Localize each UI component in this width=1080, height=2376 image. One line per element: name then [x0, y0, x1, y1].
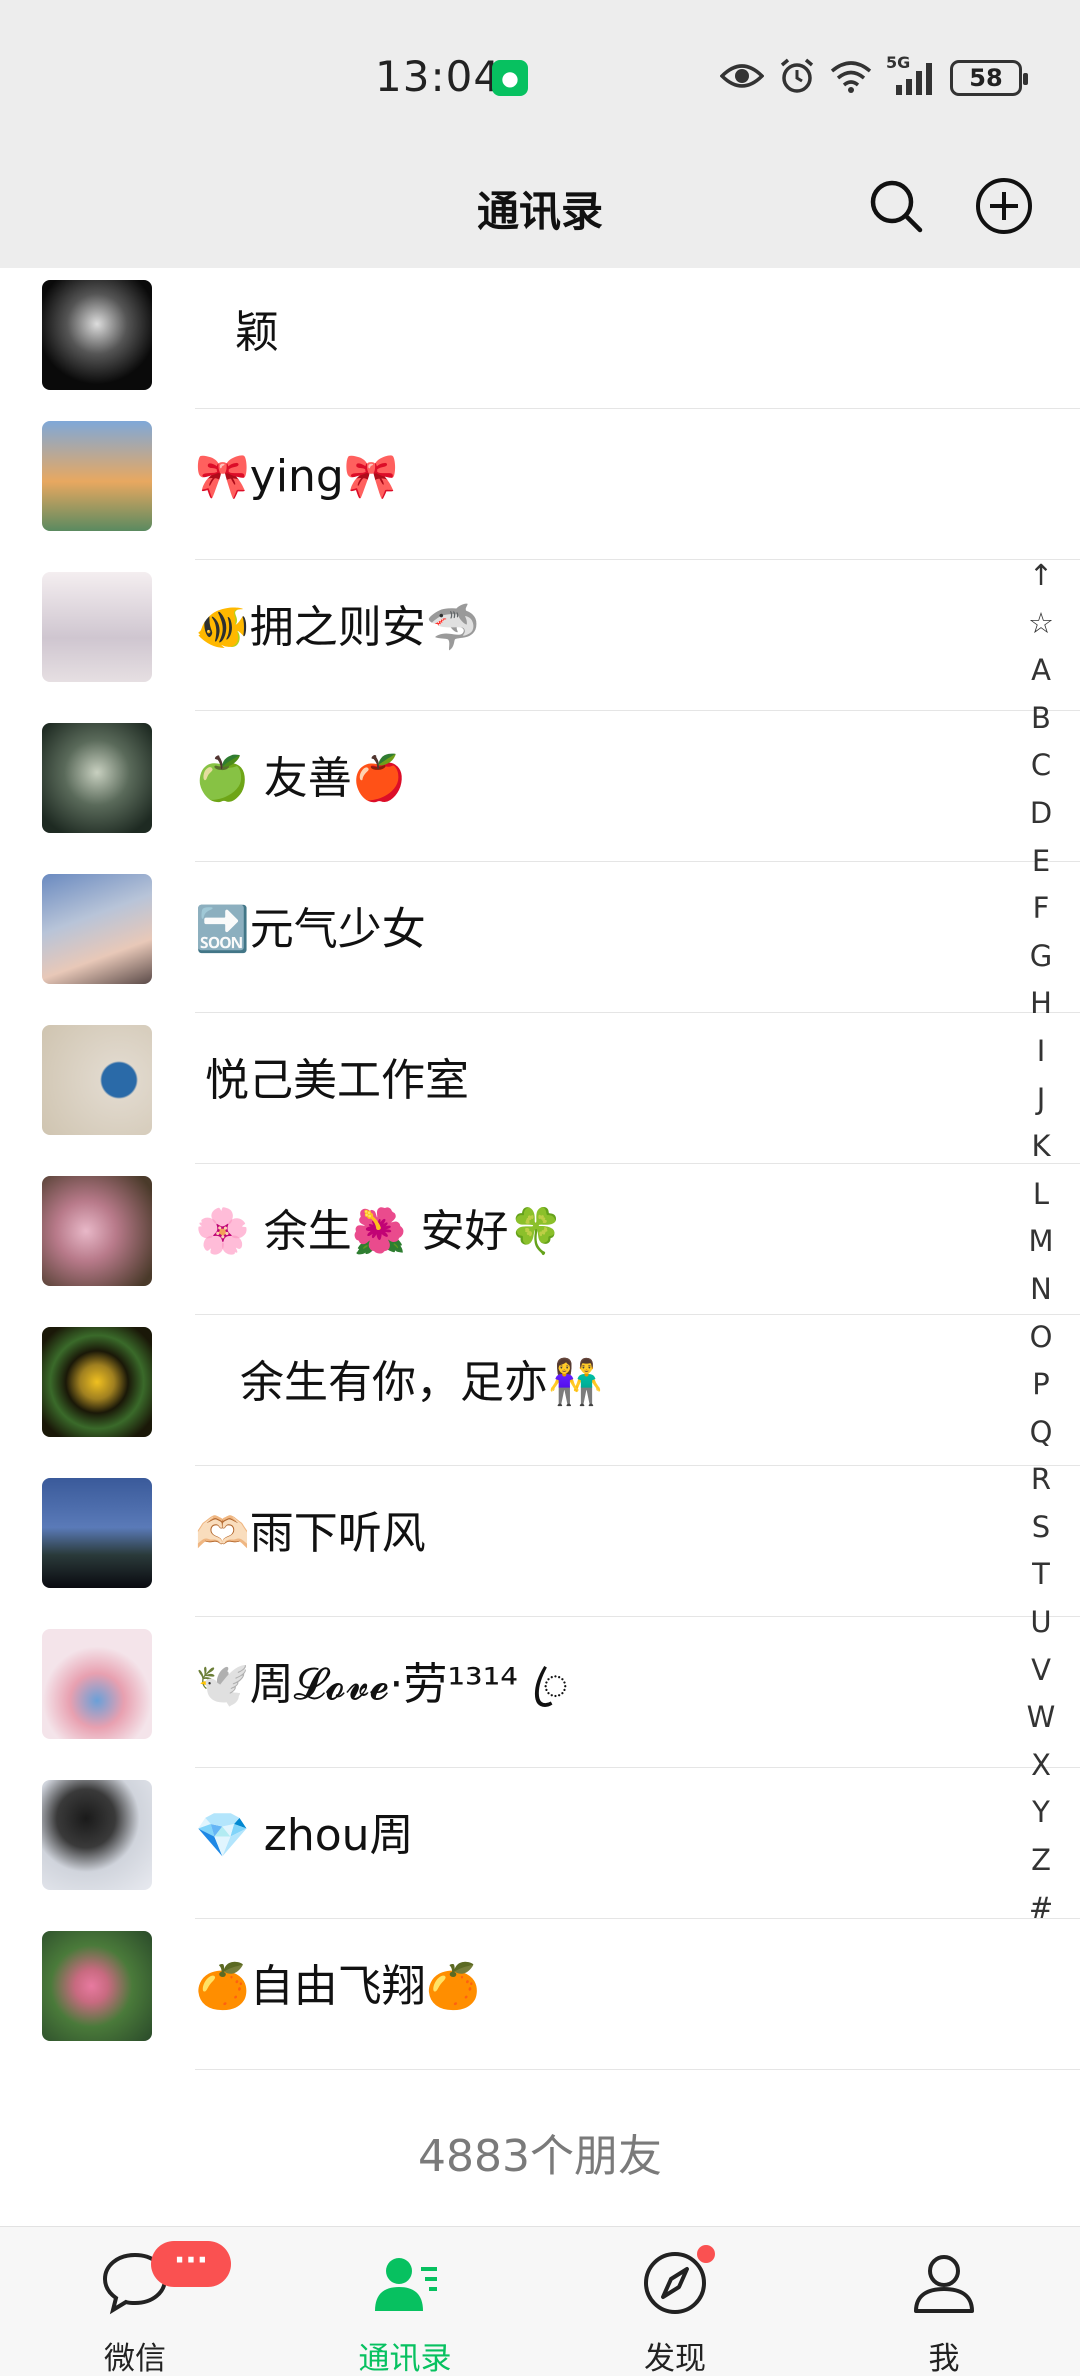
search-button[interactable] [860, 170, 932, 242]
avatar [42, 1025, 152, 1135]
status-icons: 5G 58 [719, 53, 1028, 100]
index-item[interactable]: W [1016, 1694, 1066, 1742]
index-item[interactable]: Y [1016, 1789, 1066, 1837]
avatar [42, 723, 152, 833]
index-item[interactable]: R [1016, 1456, 1066, 1504]
avatar [42, 421, 152, 531]
avatar [42, 1780, 152, 1890]
contact-row[interactable]: 悦己美工作室 [0, 1013, 1080, 1164]
status-time: 13:04 [375, 52, 502, 101]
index-item[interactable]: C [1016, 742, 1066, 790]
index-item[interactable]: U [1016, 1599, 1066, 1647]
index-item[interactable]: S [1016, 1504, 1066, 1552]
new-dot [697, 2245, 715, 2263]
tab-label: 微信 [104, 2341, 166, 2376]
avatar [42, 874, 152, 984]
contact-name: 🕊️周𝓛𝓸𝓿𝓮·劳¹³¹⁴ ꦿ [195, 1659, 569, 1710]
index-item[interactable]: M [1016, 1218, 1066, 1266]
index-item[interactable]: V [1016, 1647, 1066, 1695]
index-item[interactable]: L [1016, 1171, 1066, 1219]
index-item[interactable]: # [1016, 1885, 1066, 1933]
wechat-icon: ● [492, 60, 528, 96]
5g-signal-icon: 5G [886, 53, 936, 97]
index-item[interactable]: Z [1016, 1837, 1066, 1885]
index-item[interactable]: ↑ [1016, 552, 1066, 600]
contact-list: 颖 🎀ying🎀 🐠拥之则安🦈 🍏 友善🍎 🔜元气少女 悦己美工作室 🌸 余生🌺… [0, 268, 1080, 2070]
contact-row[interactable]: 颖 [0, 268, 1080, 409]
divider [195, 2069, 1080, 2070]
search-icon [870, 180, 923, 233]
contact-row[interactable]: 🕊️周𝓛𝓸𝓿𝓮·劳¹³¹⁴ ꦿ [0, 1617, 1080, 1768]
contact-row[interactable]: 🍊自由飞翔🍊 [0, 1919, 1080, 2070]
tab-discover[interactable]: 发现 [595, 2227, 755, 2376]
contact-name: 🌸 余生🌺 安好🍀 [195, 1206, 564, 1257]
contact-row[interactable]: 🌸 余生🌺 安好🍀 [0, 1164, 1080, 1315]
index-item[interactable]: ☆ [1016, 600, 1066, 648]
index-item[interactable]: Q [1016, 1409, 1066, 1457]
avatar [42, 1176, 152, 1286]
alphabet-index[interactable]: ↑ ☆ A B C D E F G H I J K L M N O P Q R … [1016, 552, 1066, 1932]
index-item[interactable]: X [1016, 1742, 1066, 1790]
add-button[interactable] [968, 170, 1040, 242]
add-circle-icon [976, 178, 1032, 234]
tab-chats[interactable]: ··· 微信 [55, 2227, 231, 2376]
avatar [42, 1629, 152, 1739]
contact-name: 颖 [235, 307, 279, 358]
wifi-icon [830, 59, 872, 97]
contact-name: 🍊自由飞翔🍊 [195, 1961, 481, 2012]
index-item[interactable]: A [1016, 647, 1066, 695]
contact-name: 🍏 友善🍎 [195, 753, 407, 804]
index-item[interactable]: P [1016, 1361, 1066, 1409]
tab-me[interactable]: 我 [864, 2227, 1024, 2376]
avatar [42, 572, 152, 682]
avatar [42, 1327, 152, 1437]
contact-name: 余生有你，足亦👫 [240, 1357, 603, 1408]
contact-row[interactable]: 🫶🏻雨下听风 [0, 1466, 1080, 1617]
index-item[interactable]: H [1016, 980, 1066, 1028]
index-item[interactable]: I [1016, 1028, 1066, 1076]
contact-name: 🎀ying🎀 [195, 451, 399, 502]
contact-row[interactable]: 🎀ying🎀 [0, 409, 1080, 560]
index-item[interactable]: F [1016, 885, 1066, 933]
index-item[interactable]: G [1016, 933, 1066, 981]
person-icon [914, 2255, 974, 2313]
contact-name: 悦己美工作室 [205, 1055, 469, 1106]
index-item[interactable]: K [1016, 1123, 1066, 1171]
tab-contacts[interactable]: 通讯录 [325, 2227, 485, 2376]
index-item[interactable]: J [1016, 1076, 1066, 1124]
index-item[interactable]: D [1016, 790, 1066, 838]
contact-row[interactable]: 🔜元气少女 [0, 862, 1080, 1013]
index-item[interactable]: T [1016, 1551, 1066, 1599]
contact-name: 🐠拥之则安🦈 [195, 602, 481, 653]
avatar [42, 1931, 152, 2041]
eye-icon [719, 61, 765, 95]
contact-row[interactable]: 余生有你，足亦👫 [0, 1315, 1080, 1466]
index-item[interactable]: B [1016, 695, 1066, 743]
index-item[interactable]: E [1016, 838, 1066, 886]
index-item[interactable]: N [1016, 1266, 1066, 1314]
index-item[interactable]: O [1016, 1314, 1066, 1362]
contact-name: 💎 zhou周 [195, 1810, 414, 1861]
contact-name: 🫶🏻雨下听风 [195, 1508, 426, 1559]
tab-label: 通讯录 [358, 2341, 452, 2376]
nav-header: 通讯录 [0, 150, 1080, 268]
avatar [42, 280, 152, 390]
alarm-icon [778, 57, 816, 99]
tab-label: 我 [928, 2341, 960, 2376]
contact-row[interactable]: 🐠拥之则安🦈 [0, 560, 1080, 711]
bottom-tabbar: ··· 微信 通讯录 发现 我 [0, 2226, 1080, 2376]
unread-badge: ··· [151, 2241, 231, 2287]
battery-indicator: 58 [950, 60, 1028, 96]
contact-row[interactable]: 🍏 友善🍎 [0, 711, 1080, 862]
tab-label: 发现 [644, 2341, 706, 2376]
avatar [42, 1478, 152, 1588]
contacts-icon [375, 2258, 437, 2311]
contact-row[interactable]: 💎 zhou周 [0, 1768, 1080, 1919]
friend-count: 4883个朋友 [418, 2131, 662, 2182]
contact-name: 🔜元气少女 [195, 904, 426, 955]
status-bar: 13:04 ● 5G 58 [0, 0, 1080, 150]
